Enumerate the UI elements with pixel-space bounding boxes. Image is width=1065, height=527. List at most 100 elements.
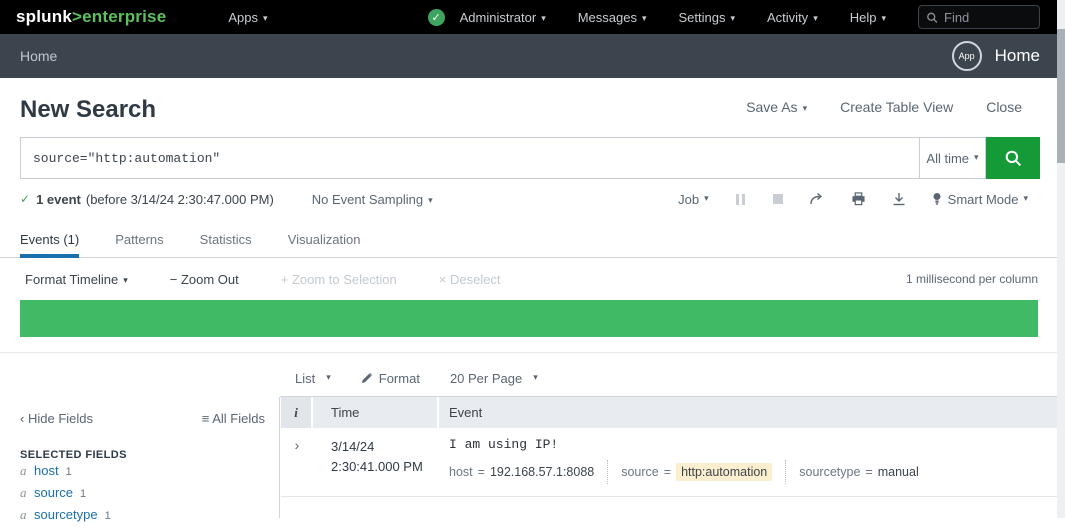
- pause-icon[interactable]: [735, 194, 747, 205]
- close-button[interactable]: Close: [986, 99, 1022, 115]
- hide-fields-button[interactable]: ‹ Hide Fields: [20, 411, 93, 426]
- list-icon: ≡: [202, 411, 210, 426]
- field-link[interactable]: host: [34, 463, 59, 478]
- top-bar: splunk>enterprise Apps▾ ✓ Administrator▾…: [0, 0, 1065, 34]
- event-sampling-menu[interactable]: No Event Sampling▾: [312, 192, 433, 207]
- search-query-input[interactable]: [20, 137, 919, 179]
- logo-brand: splunk: [16, 7, 72, 26]
- field-link[interactable]: sourcetype: [34, 507, 98, 522]
- menu-help[interactable]: Help▾: [850, 10, 886, 25]
- page-title: New Search: [20, 96, 156, 124]
- share-icon[interactable]: [809, 192, 825, 206]
- stop-icon[interactable]: [773, 194, 783, 204]
- caret-down-icon: ▾: [1023, 193, 1028, 204]
- event-row: › 3/14/24 2:30:41.000 PM I am using IP! …: [281, 428, 1057, 497]
- event-fields: host = 192.168.57.1:8088 source = http:a…: [449, 460, 1057, 484]
- caret-down-icon: ▾: [730, 13, 735, 23]
- job-menu[interactable]: Job▾: [678, 192, 709, 207]
- breadcrumb-home[interactable]: Home: [20, 48, 57, 64]
- find-search-box[interactable]: [918, 5, 1040, 29]
- caret-down-icon: ▾: [813, 13, 818, 23]
- menu-administrator[interactable]: Administrator▾: [460, 10, 546, 25]
- menu-messages[interactable]: Messages▾: [578, 10, 647, 25]
- zoom-out-button[interactable]: − Zoom Out: [170, 272, 239, 287]
- event-count-detail: (before 3/14/24 2:30:47.000 PM): [86, 192, 274, 207]
- app-name: Home: [995, 46, 1040, 66]
- print-icon[interactable]: [851, 192, 866, 206]
- event-time: 3/14/24 2:30:41.000 PM: [313, 437, 439, 484]
- status-check-icon[interactable]: ✓: [428, 9, 445, 26]
- results-toolbar: List▾ Format 20 Per Page▾: [280, 360, 1057, 397]
- minus-icon: −: [170, 272, 178, 287]
- chevron-left-icon: ‹: [20, 411, 24, 426]
- expand-chevron-icon[interactable]: ›: [281, 437, 313, 484]
- scrollbar-track[interactable]: [1057, 0, 1065, 518]
- x-icon: ×: [439, 272, 447, 287]
- menu-activity[interactable]: Activity▾: [767, 10, 818, 25]
- logo-gt: >: [72, 7, 82, 26]
- plus-icon: +: [281, 272, 289, 287]
- event-field-host[interactable]: host = 192.168.57.1:8088: [449, 465, 594, 479]
- scrollbar-thumb[interactable]: [1057, 29, 1065, 163]
- tab-statistics[interactable]: Statistics: [200, 226, 252, 258]
- format-menu[interactable]: Format: [361, 371, 420, 386]
- pencil-icon: [361, 372, 373, 384]
- event-date: 3/14/24: [331, 437, 439, 457]
- event-cell: I am using IP! host = 192.168.57.1:8088 …: [439, 437, 1057, 484]
- event-count[interactable]: 1 event: [36, 192, 81, 207]
- fields-sidebar: ‹ Hide Fields ≡ All Fields SELECTED FIEL…: [0, 397, 280, 518]
- list-view-menu[interactable]: List▾: [295, 371, 331, 386]
- field-item-source: a source 1: [20, 485, 265, 505]
- event-field-sourcetype[interactable]: sourcetype = manual: [799, 465, 918, 479]
- app-bar: Home App Home: [0, 34, 1065, 78]
- highlighted-value[interactable]: http:automation: [676, 463, 772, 481]
- events-table-header: i Time Event: [281, 397, 1057, 428]
- tab-patterns[interactable]: Patterns: [115, 226, 163, 258]
- per-page-menu[interactable]: 20 Per Page▾: [450, 371, 538, 386]
- zoom-to-selection-button[interactable]: + Zoom to Selection: [281, 272, 397, 287]
- timeline-histogram-bar[interactable]: [20, 300, 1038, 337]
- caret-down-icon: ▾: [123, 275, 128, 285]
- search-icon: [1004, 149, 1022, 167]
- caret-down-icon: ▾: [263, 13, 268, 23]
- job-controls: Job▾ Smart Mode▾: [678, 192, 1028, 207]
- search-button[interactable]: [986, 137, 1040, 179]
- all-fields-button[interactable]: ≡ All Fields: [202, 411, 265, 426]
- caret-down-icon: ▾: [642, 13, 647, 23]
- menu-apps[interactable]: Apps▾: [228, 10, 267, 25]
- field-count: 1: [105, 510, 111, 522]
- caret-down-icon: ▾: [541, 13, 546, 23]
- lightbulb-icon: [932, 192, 942, 206]
- save-as-button[interactable]: Save As▾: [746, 99, 807, 115]
- find-input[interactable]: [944, 10, 1032, 25]
- field-count: 1: [66, 466, 72, 478]
- search-mode-menu[interactable]: Smart Mode▾: [932, 192, 1028, 207]
- header-event-column: Event: [439, 405, 1057, 420]
- app-badge-icon[interactable]: App: [952, 41, 982, 71]
- caret-down-icon: ▾: [533, 372, 538, 383]
- event-field-source[interactable]: source = http:automation: [621, 463, 772, 481]
- deselect-button[interactable]: × Deselect: [439, 272, 501, 287]
- field-type-icon: a: [20, 463, 34, 479]
- field-link[interactable]: source: [34, 485, 73, 500]
- field-separator: [785, 460, 786, 484]
- event-raw-text[interactable]: I am using IP!: [449, 437, 1057, 452]
- tab-events[interactable]: Events (1): [20, 226, 79, 258]
- menu-settings[interactable]: Settings▾: [679, 10, 736, 25]
- job-done-check-icon: ✓: [20, 192, 30, 206]
- event-clock: 2:30:41.000 PM: [331, 457, 439, 477]
- format-timeline-menu[interactable]: Format Timeline▾: [25, 272, 128, 287]
- export-icon[interactable]: [892, 192, 906, 206]
- selected-fields-title: SELECTED FIELDS: [20, 449, 265, 461]
- caret-down-icon: ▾: [974, 152, 979, 163]
- time-range-picker[interactable]: All time▾: [919, 137, 986, 179]
- header-info-column: i: [281, 397, 313, 428]
- create-table-view-button[interactable]: Create Table View: [840, 99, 953, 115]
- job-status-row: ✓ 1 event (before 3/14/24 2:30:47.000 PM…: [0, 186, 1065, 212]
- tab-visualization[interactable]: Visualization: [288, 226, 361, 258]
- field-count: 1: [80, 488, 86, 500]
- search-icon: [926, 11, 938, 24]
- timeline-scale-note: 1 millisecond per column: [906, 272, 1038, 286]
- caret-down-icon: ▾: [803, 103, 808, 113]
- splunk-logo[interactable]: splunk>enterprise: [16, 7, 166, 27]
